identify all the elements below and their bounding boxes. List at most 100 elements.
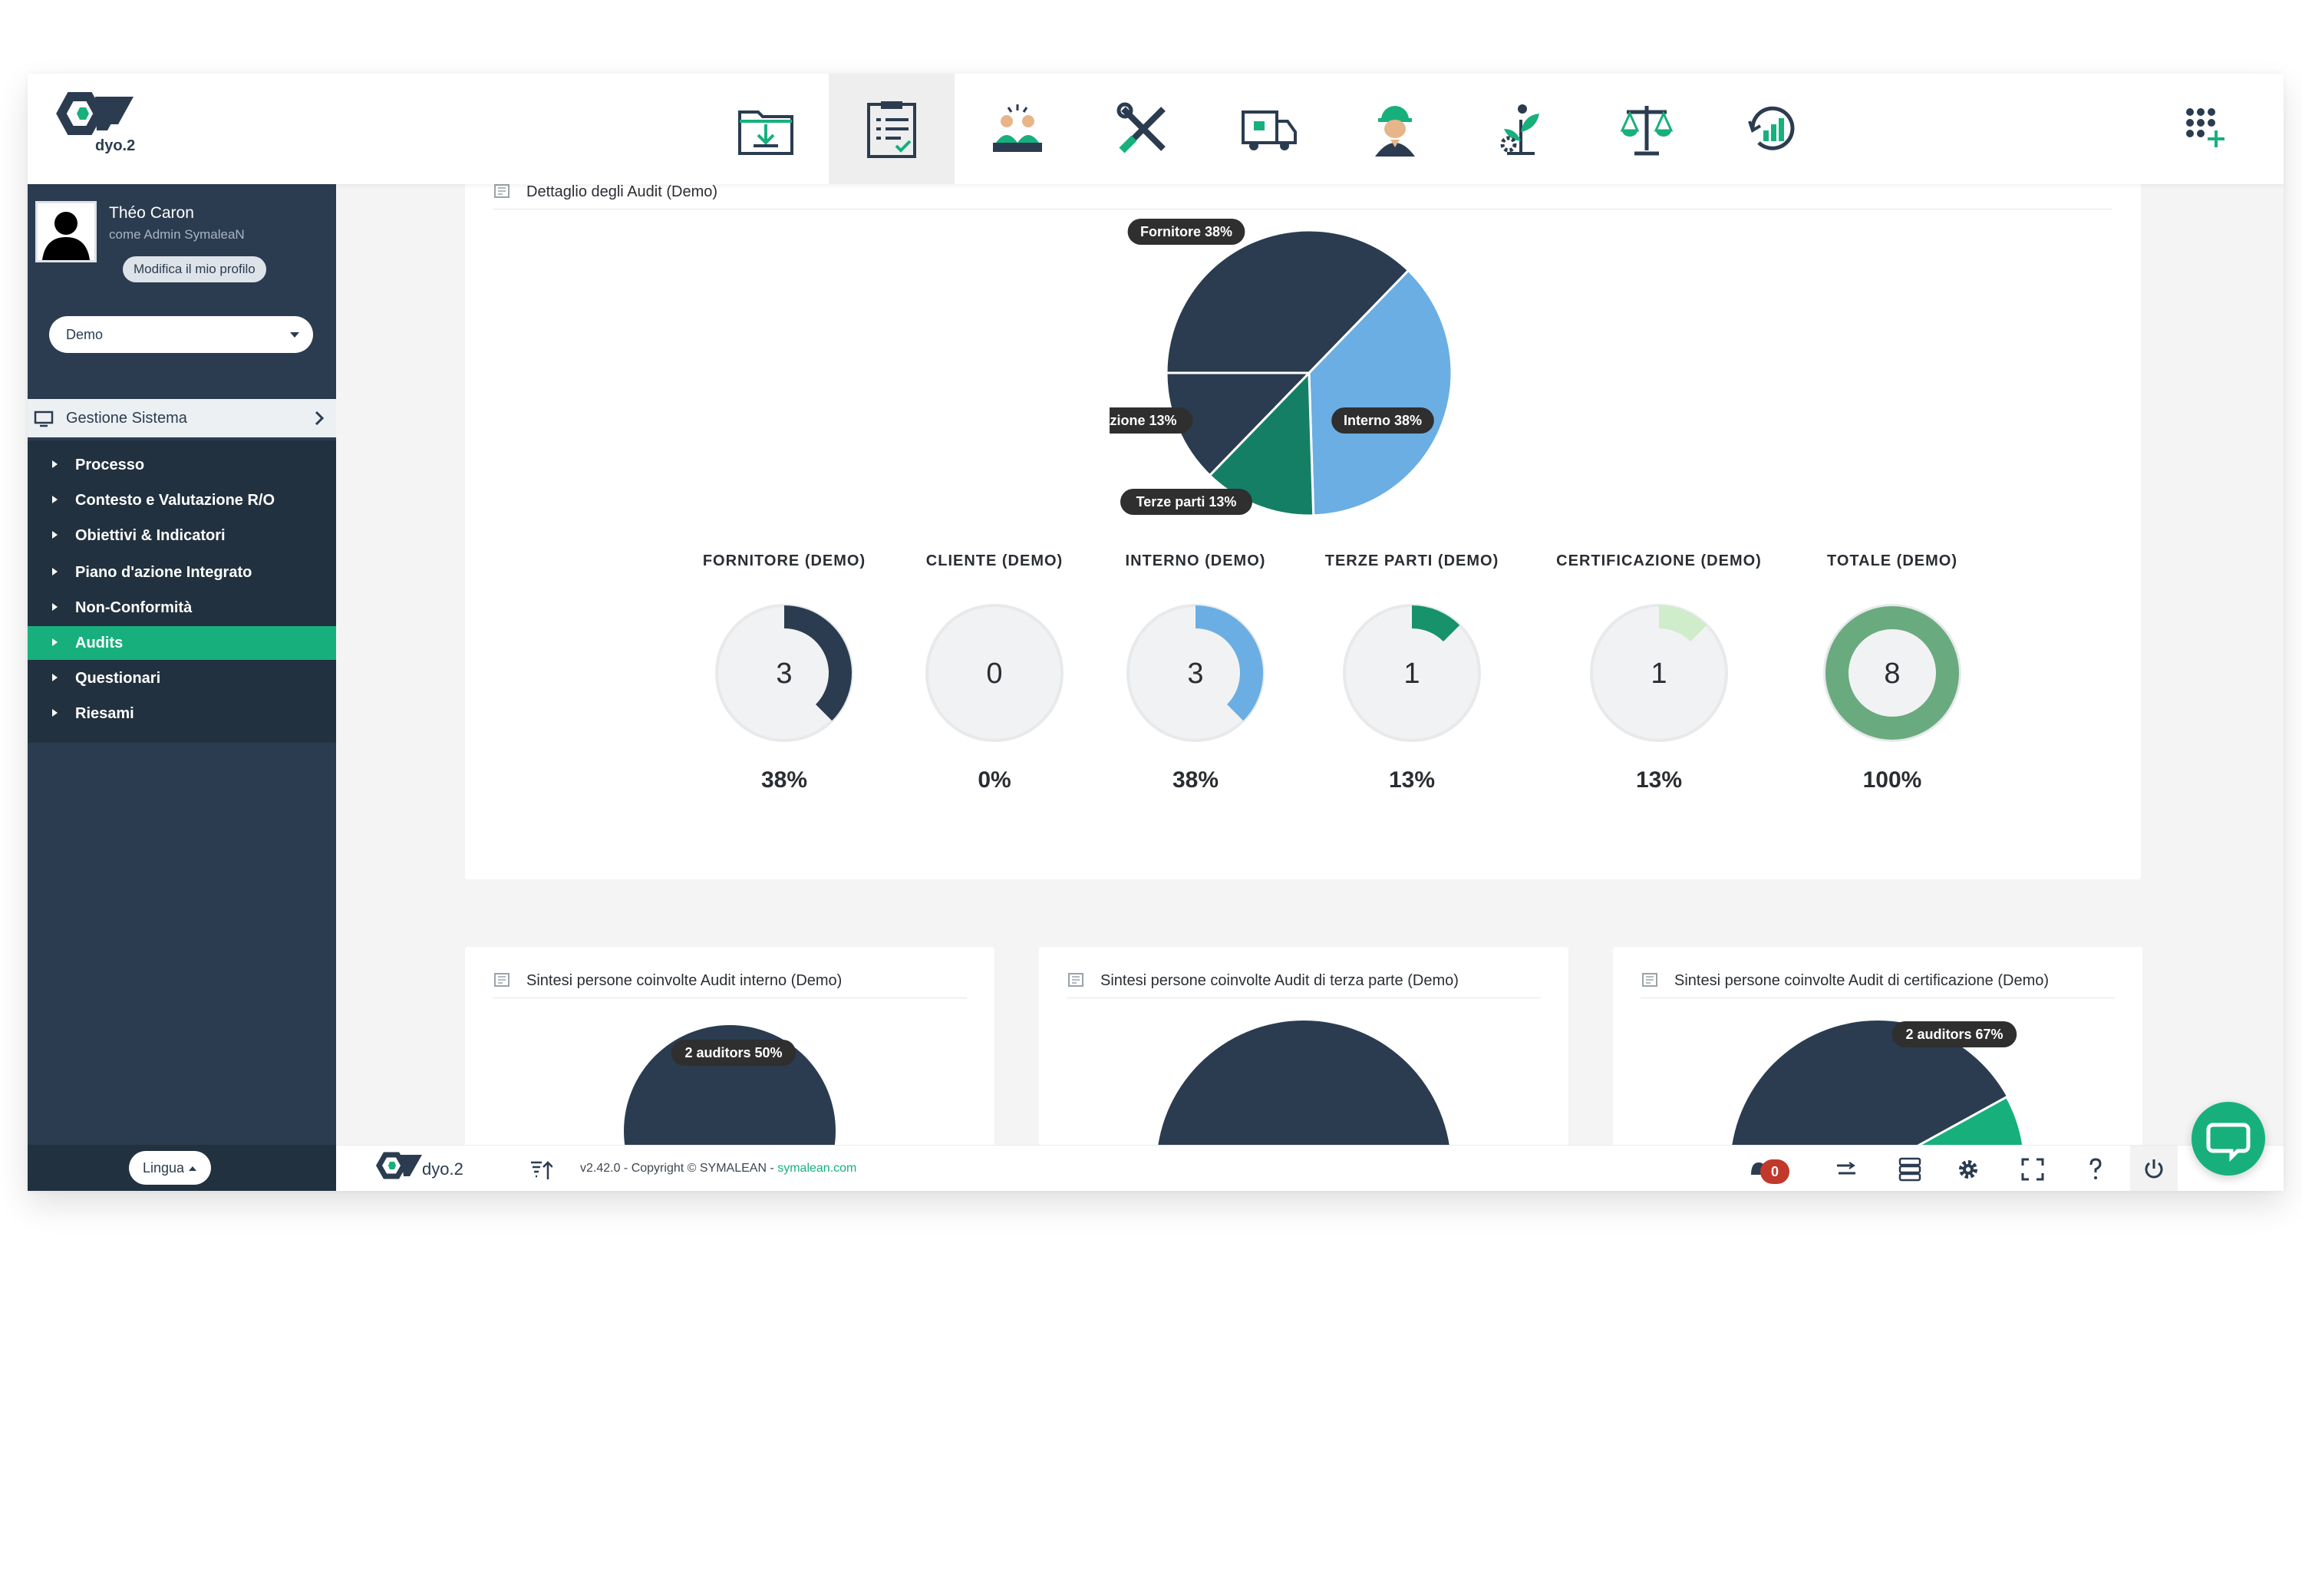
gauge-value: 0 <box>986 658 1002 690</box>
company-select-value: Demo <box>66 327 104 342</box>
sidebar-item-audits[interactable]: Audits <box>28 626 336 660</box>
sidebar-item-label: Processo <box>75 457 145 473</box>
report-icon <box>1642 973 1657 987</box>
user-block: Théo Caron come Admin SymaleaN Modifica … <box>28 184 336 399</box>
dyo-logo[interactable]: dyo.2 <box>48 91 147 160</box>
third-party-audit-people-card: Sintesi persone coinvolte Audit di terza… <box>1039 947 1568 1145</box>
language-button[interactable]: Lingua <box>129 1151 212 1185</box>
gauge-title: TERZE PARTI (DEMO) <box>1324 552 1499 569</box>
footer-logo[interactable]: dyo.2 <box>374 1150 474 1187</box>
gauge-title: FORNITORE (DEMO) <box>702 552 866 569</box>
sidebar-item-label: Contesto e Valutazione R/O <box>75 492 275 509</box>
nav-delivery[interactable] <box>1206 74 1332 184</box>
gauge-percent: 13% <box>1635 767 1683 793</box>
sidebar-item-non-conformita[interactable]: Non-Conformità <box>28 591 336 625</box>
sidebar-item-obiettivi[interactable]: Obiettivi & Indicatori <box>28 519 336 552</box>
footer-logo-text: dyo.2 <box>422 1159 463 1179</box>
edit-profile-button[interactable]: Modifica il mio profilo <box>123 256 266 282</box>
nav-download-folder[interactable] <box>703 74 829 184</box>
balance-scale-icon <box>1620 106 1674 156</box>
triangle-right-icon <box>52 674 58 681</box>
nav-cycle-chart[interactable] <box>1710 74 1835 184</box>
website-link[interactable]: symalean.com <box>777 1162 856 1175</box>
gauge-percent: 100% <box>1862 767 1922 793</box>
gauge-chart: 3 <box>1126 604 1265 742</box>
tools-icon <box>1116 102 1166 153</box>
user-role: come Admin SymaleaN <box>109 227 245 242</box>
nav-worker[interactable] <box>1332 74 1458 184</box>
plant-gear-icon <box>1500 104 1539 155</box>
pie-tooltip: 2 auditors 50% <box>671 1040 796 1066</box>
section-gestione-sistema[interactable]: Gestione Sistema <box>28 399 336 437</box>
sidebar-item-riesami[interactable]: Riesami <box>28 697 336 730</box>
nav-team-meeting[interactable] <box>955 74 1080 184</box>
gauge-value: 3 <box>776 658 792 690</box>
nav-plant[interactable] <box>1458 74 1584 184</box>
report-icon <box>494 184 510 198</box>
gauge-value: 8 <box>1884 658 1900 690</box>
gauge-chart: 0 <box>925 604 1064 742</box>
clipboard-checklist-icon <box>867 101 916 158</box>
pie-label-certificazione: Certificazione 13% <box>1110 407 1193 434</box>
pie-slice-auditors[interactable] <box>1156 1021 1451 1145</box>
sort-filter-icon <box>531 1161 552 1179</box>
pie-label-fornitore: Fornitore 38% <box>1127 219 1245 245</box>
language-bar: Lingua <box>28 1145 336 1191</box>
triangle-right-icon <box>52 568 58 575</box>
card-title: Sintesi persone coinvolte Audit di terza… <box>1100 972 1459 989</box>
section-title: Gestione Sistema <box>66 410 187 427</box>
report-icon <box>494 973 510 987</box>
certification-audit-people-card: Sintesi persone coinvolte Audit di certi… <box>1613 947 2142 1145</box>
gauge-value: 3 <box>1187 658 1203 690</box>
gauge-title: CERTIFICAZIONE (DEMO) <box>1556 552 1762 569</box>
pie-label-interno: Interno 38% <box>1331 407 1434 434</box>
triangle-right-icon <box>52 603 58 611</box>
sidebar-menu: Processo Contesto e Valutazione R/O Obie… <box>28 440 336 743</box>
gauge-value: 1 <box>1651 658 1667 690</box>
help-icon[interactable] <box>2083 1156 2109 1182</box>
nav-balance[interactable] <box>1584 74 1710 184</box>
sidebar-item-label: Non-Conformità <box>75 599 193 616</box>
sidebar-item-label: Audits <box>75 635 124 651</box>
language-label: Lingua <box>143 1160 185 1176</box>
sidebar-item-contesto[interactable]: Contesto e Valutazione R/O <box>28 483 336 517</box>
user-silhouette-icon <box>42 212 90 260</box>
fullscreen-icon[interactable] <box>2020 1156 2046 1182</box>
nav-clipboard[interactable] <box>829 74 955 184</box>
sidebar-item-label: Riesami <box>75 705 134 722</box>
sidebar: Théo Caron come Admin SymaleaN Modifica … <box>28 184 336 1191</box>
sidebar-item-processo[interactable]: Processo <box>28 448 336 482</box>
gauge-percent: 38% <box>1172 767 1219 793</box>
chat-button[interactable] <box>2192 1102 2265 1176</box>
tooltip-text: Fornitore 38% <box>1140 224 1232 239</box>
cycle-chart-icon <box>1748 106 1795 150</box>
internal-audit-people-card: Sintesi persone coinvolte Audit interno … <box>465 947 994 1145</box>
avatar[interactable] <box>35 201 97 262</box>
card-title: Dettaglio degli Audit (Demo) <box>526 184 718 200</box>
chevron-right-icon <box>315 411 325 426</box>
download-folder-icon <box>738 110 793 155</box>
company-select[interactable]: Demo <box>49 316 313 353</box>
delivery-truck-icon <box>1242 110 1297 150</box>
tooltip-text: Terze parti 13% <box>1136 494 1237 509</box>
swap-arrows-icon[interactable] <box>1834 1156 1860 1182</box>
settings-gear-icon[interactable] <box>1955 1156 1981 1182</box>
apps-grid-plus-icon[interactable] <box>2184 106 2230 152</box>
nav-tools[interactable] <box>1080 74 1206 184</box>
caret-up-icon <box>189 1166 197 1171</box>
user-name: Théo Caron <box>109 204 194 222</box>
stack-layers-icon[interactable] <box>1897 1156 1923 1182</box>
sidebar-item-piano-azione[interactable]: Piano d'azione Integrato <box>28 556 336 589</box>
card-title: Sintesi persone coinvolte Audit interno … <box>526 972 843 989</box>
logo-text: dyo.2 <box>95 137 135 154</box>
report-icon <box>1068 973 1083 987</box>
sidebar-item-label: Piano d'azione Integrato <box>75 564 252 581</box>
footer-bar: dyo.2 v2.42.0 - Copyright © SYMALEAN - s… <box>336 1145 2284 1191</box>
sidebar-item-questionari[interactable]: Questionari <box>28 661 336 695</box>
audit-detail-card: Dettaglio degli Audit (Demo) Fornitore 3… <box>465 184 2141 879</box>
power-icon[interactable] <box>2141 1156 2167 1182</box>
pie-label-terze-parti: Terze parti 13% <box>1120 489 1252 515</box>
worker-helmet-icon <box>1375 106 1415 157</box>
tooltip-text: 2 auditors 67% <box>1905 1027 2003 1042</box>
app-window: dyo.2 Théo Caron come Admin SymaleaN Mod… <box>28 74 2284 1191</box>
